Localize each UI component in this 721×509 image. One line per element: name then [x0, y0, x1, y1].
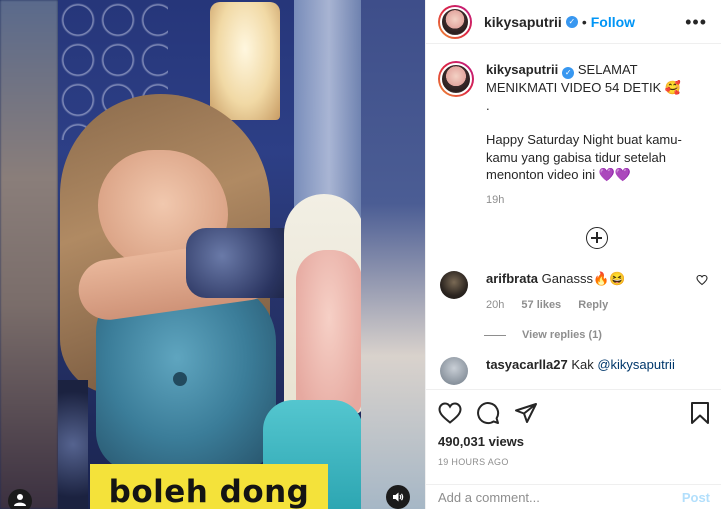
author-avatar[interactable] [438, 4, 472, 39]
comment-avatar[interactable] [440, 271, 468, 299]
author-username[interactable]: kikysaputrii [484, 14, 562, 30]
bookmark-icon [691, 402, 709, 424]
comment-icon [477, 402, 500, 425]
media-blur-right [361, 0, 425, 509]
caption-username[interactable]: kikysaputrii [486, 62, 558, 77]
post-side-panel: kikysaputrii ✓ • Follow ••• kikysaputrii… [425, 0, 721, 509]
verified-badge-icon: ✓ [565, 15, 578, 28]
comment-avatar[interactable] [440, 357, 468, 385]
pillow-button [173, 372, 187, 386]
caption-text-block: kikysaputrii ✓ SELAMAT MENIKMATI VIDEO 54… [486, 61, 696, 209]
comment-body: arifbrata Ganasss🔥😆 20h 57 likes Reply [486, 271, 686, 311]
comment-item: arifbrata Ganasss🔥😆 20h 57 likes Reply [438, 271, 708, 311]
comment-likes[interactable]: 57 likes [521, 299, 561, 311]
view-count[interactable]: 490,031 views [438, 434, 710, 449]
video-caption-box: boleh dong [90, 464, 328, 509]
comment-text: Ganasss🔥😆 [541, 271, 626, 286]
girl-face [296, 250, 361, 420]
heart-icon [438, 402, 462, 424]
comment-username[interactable]: tasyacarlla27 [486, 357, 568, 372]
caption-dot: . [486, 97, 490, 113]
heart-icon [696, 274, 708, 286]
background-lamp [210, 2, 280, 120]
comment-line: tasyacarlla27 Kak @kikysaputrii [486, 357, 675, 385]
comment-username[interactable]: arifbrata [486, 271, 538, 286]
comment-item: tasyacarlla27 Kak @kikysaputrii [438, 357, 708, 385]
post-comment-button[interactable]: Post [682, 490, 710, 505]
header-separator: • [581, 13, 587, 30]
video-frame[interactable]: boleh dong [58, 0, 361, 509]
caption-verified-badge-icon: ✓ [562, 67, 575, 79]
comment-line: arifbrata Ganasss🔥😆 [486, 271, 686, 287]
comment-like-button[interactable] [696, 271, 708, 311]
caption-line-2: Happy Saturday Night buat kamu-kamu yang… [486, 132, 682, 182]
sound-toggle-button[interactable] [386, 485, 410, 509]
comment-text: Kak [571, 357, 594, 372]
action-icons-row [438, 398, 710, 428]
view-replies-button[interactable]: View replies (1) [484, 329, 708, 341]
add-comment-bar: Post [426, 484, 721, 509]
post-header: kikysaputrii ✓ • Follow ••• [426, 0, 721, 44]
sequin-dress [58, 380, 88, 509]
comment-button[interactable] [476, 401, 500, 425]
save-button[interactable] [690, 401, 710, 425]
comments-scroll-area[interactable]: kikysaputrii ✓ SELAMAT MENIKMATI VIDEO 54… [426, 45, 721, 389]
comment-reply-button[interactable]: Reply [578, 299, 608, 311]
tagged-users-button[interactable] [8, 489, 32, 509]
comment-meta: 20h 57 likes Reply [486, 299, 686, 311]
comment-mention[interactable]: @kikysaputrii [597, 357, 675, 372]
more-options-icon[interactable]: ••• [685, 13, 707, 31]
plus-circle-icon[interactable] [586, 227, 608, 249]
follow-button[interactable]: Follow [591, 14, 635, 30]
comment-input[interactable] [438, 489, 668, 505]
like-button[interactable] [438, 402, 462, 424]
speaker-icon [393, 492, 404, 502]
video-caption-text: boleh dong [108, 474, 310, 509]
instagram-post-modal: boleh dong kikysaputrii ✓ • Follow ••• k… [0, 0, 721, 509]
paper-plane-icon [515, 403, 537, 423]
caption-author-avatar[interactable] [438, 61, 474, 97]
post-media[interactable]: boleh dong [0, 0, 425, 509]
load-more-comments[interactable] [486, 227, 708, 249]
post-timestamp[interactable]: 19 HOURS AGO [438, 457, 710, 467]
share-button[interactable] [514, 402, 538, 424]
caption-timestamp[interactable]: 19h [486, 192, 696, 210]
view-replies-label[interactable]: View replies (1) [522, 329, 602, 341]
post-actions: 490,031 views 19 HOURS AGO [426, 389, 721, 467]
media-blur-left [0, 0, 58, 509]
replies-divider [484, 334, 506, 336]
post-caption: kikysaputrii ✓ SELAMAT MENIKMATI VIDEO 54… [438, 61, 708, 209]
comment-time[interactable]: 20h [486, 299, 504, 311]
user-icon [14, 494, 26, 506]
